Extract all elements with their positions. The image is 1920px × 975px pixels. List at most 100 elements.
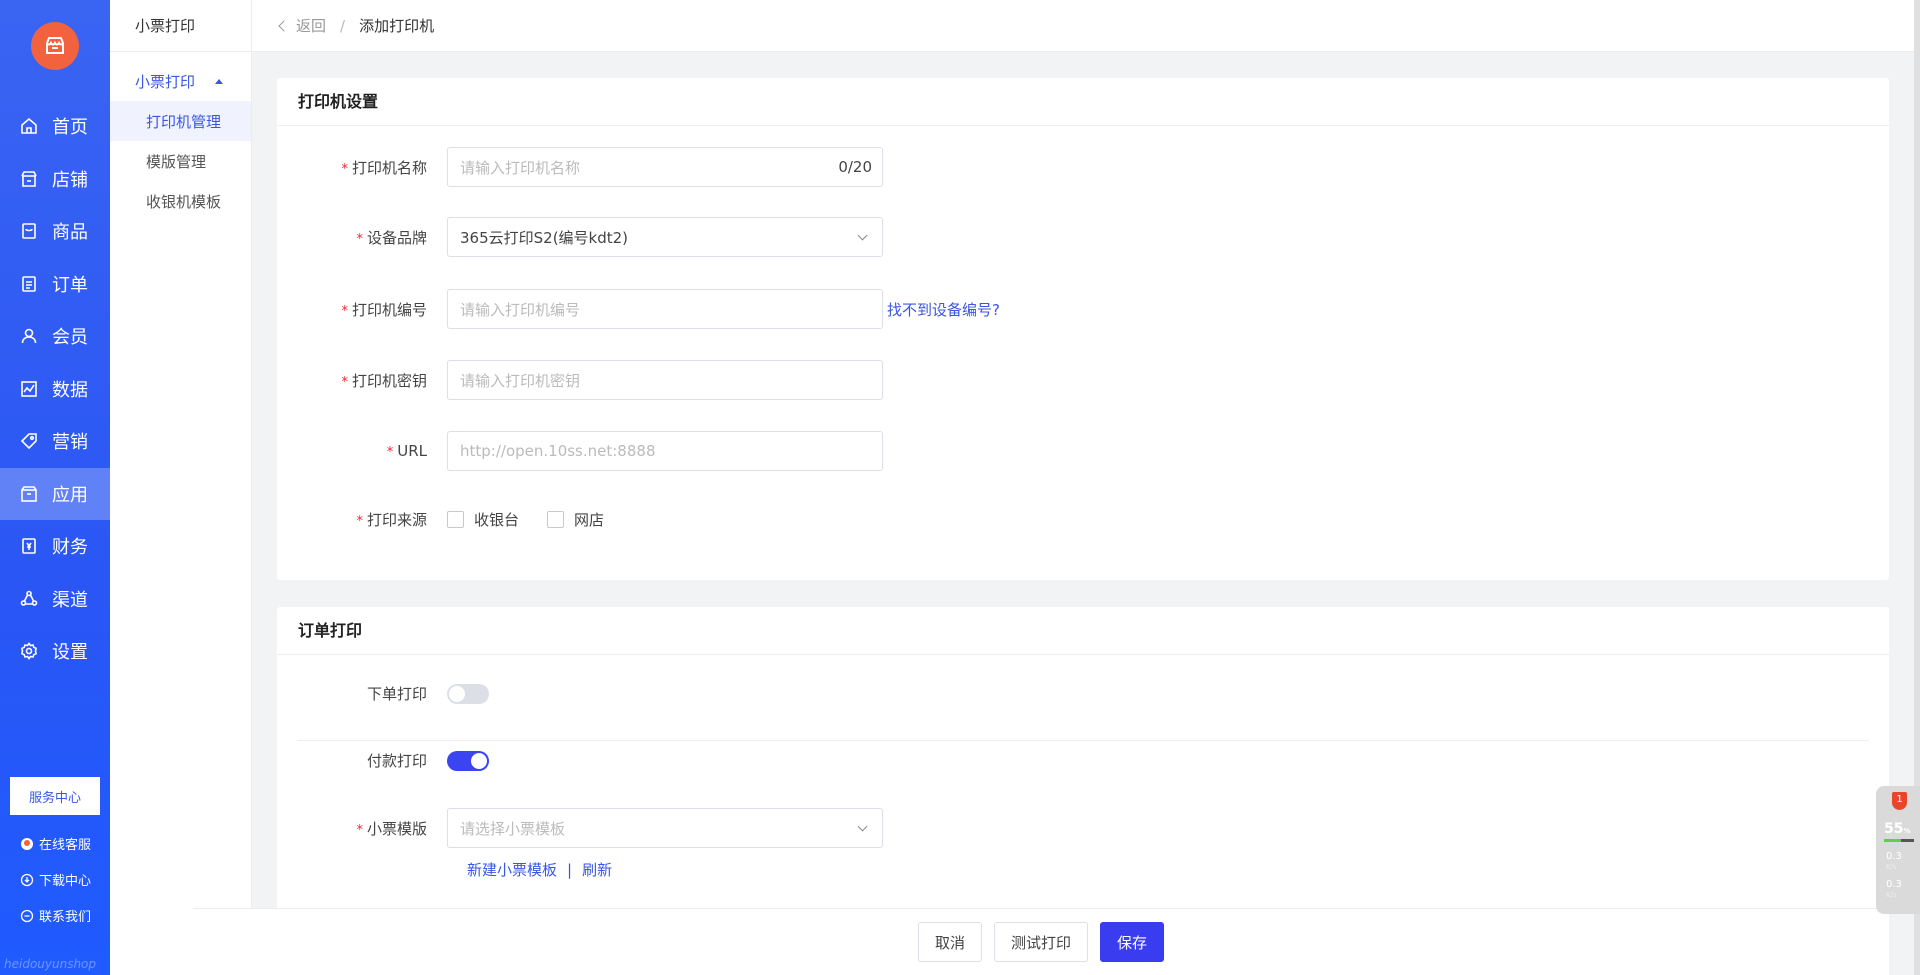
online-support-label: 在线客服 <box>39 838 92 853</box>
nav-item-home[interactable]: 首页 <box>0 100 110 153</box>
receipt-template-placeholder: 请选择小票模板 <box>460 819 566 838</box>
memory-percent: 55% <box>1884 821 1911 837</box>
nav-label: 商品 <box>52 222 88 244</box>
gear-icon <box>20 642 38 661</box>
find-device-number-link[interactable]: 找不到设备编号? <box>887 299 1000 320</box>
device-brand-value: 365云打印S2(编号kdt2) <box>460 228 629 247</box>
subnav-item-printer-management[interactable]: 打印机管理 <box>110 101 251 141</box>
contact-us-link[interactable]: 联系我们 <box>20 906 91 925</box>
char-counter: 0/20 <box>838 158 872 176</box>
printer-number-placeholder: 请输入打印机编号 <box>460 300 581 319</box>
nav-item-order[interactable]: 订单 <box>0 258 110 311</box>
nav-label: 订单 <box>52 274 88 296</box>
checkbox-box[interactable] <box>547 510 565 528</box>
template-links-row: 新建小票模板 | 刷新 <box>277 859 1889 880</box>
nav-item-data[interactable]: 数据 <box>0 363 110 416</box>
toggle-knob <box>471 752 487 769</box>
service-center-button[interactable]: 服务中心 <box>10 777 100 815</box>
nav-item-app[interactable]: 应用 <box>0 467 110 520</box>
nav-label: 店铺 <box>52 169 88 191</box>
main-sidebar: 首页 店铺 商品 订单 会员 数据 营销 应用 财务 渠道 设置 服务中心 在线… <box>0 0 110 975</box>
refresh-link[interactable]: 刷新 <box>582 859 612 880</box>
checkbox-label: 网店 <box>574 510 605 529</box>
support-avatar-icon <box>21 837 33 850</box>
receipt-template-row: * 小票模版 请选择小票模板 <box>277 808 1889 848</box>
nav-item-channel[interactable]: 渠道 <box>0 573 110 626</box>
link-separator: | <box>567 860 573 879</box>
printer-number-input[interactable]: 请输入打印机编号 <box>447 289 883 329</box>
nav-label: 会员 <box>52 327 88 349</box>
required-mark: * <box>356 231 363 247</box>
source-checkbox-online-store[interactable]: 网店 <box>547 509 604 530</box>
required-mark: * <box>386 445 394 460</box>
new-template-link[interactable]: 新建小票模板 <box>467 859 557 880</box>
order-icon <box>22 275 36 292</box>
print-source-row: * 打印来源 收银台 网店 <box>277 499 1889 539</box>
subnav-item-template-management[interactable]: 模版管理 <box>110 141 251 181</box>
receipt-template-select[interactable]: 请选择小票模板 <box>447 808 883 848</box>
test-print-button[interactable]: 测试打印 <box>993 922 1088 962</box>
url-input[interactable]: http://open.10ss.net:8888 <box>447 431 883 471</box>
printer-name-input[interactable]: 请输入打印机名称 0/20 <box>447 147 883 187</box>
tag-icon <box>20 433 37 450</box>
channel-icon <box>20 590 38 606</box>
download-center-link[interactable]: 下载中心 <box>20 870 91 889</box>
url-row: * URL http://open.10ss.net:8888 <box>277 431 1889 471</box>
section-divider <box>297 740 1869 741</box>
url-label: * URL <box>386 442 427 460</box>
device-brand-select[interactable]: 365云打印S2(编号kdt2) <box>447 217 883 257</box>
order-print-card: 订单打印 下单打印 付款打印 * 小票模版 请选择小票模板 新建小票模板 | 刷新 <box>277 607 1889 927</box>
printer-name-row: * 打印机名称 请输入打印机名称 0/20 <box>277 147 1889 187</box>
nav-label: 首页 <box>52 117 88 139</box>
required-mark: * <box>356 513 363 529</box>
app-icon <box>21 485 37 502</box>
required-mark: * <box>341 303 348 319</box>
back-label: 返回 <box>296 17 327 35</box>
nav-item-goods[interactable]: 商品 <box>0 205 110 258</box>
system-monitor-widget[interactable]: 1 55% 0.3 K/s 0.3 K/s <box>1876 786 1920 914</box>
watermark: heidouyunshop <box>4 957 97 971</box>
breadcrumb-current: 添加打印机 <box>359 17 435 35</box>
chat-bubble-icon <box>20 909 34 922</box>
subnav-item-cashier-template[interactable]: 收银机模板 <box>110 181 251 221</box>
checkbox-box[interactable] <box>447 510 464 528</box>
checkbox-label: 收银台 <box>474 510 520 529</box>
notification-badge: 1 <box>1896 794 1903 805</box>
nav-label: 数据 <box>52 379 88 401</box>
device-brand-label: * 设备品牌 <box>356 228 427 247</box>
nav-item-store[interactable]: 店铺 <box>0 153 110 206</box>
printer-number-row: * 打印机编号 请输入打印机编号 找不到设备编号? <box>277 289 1889 329</box>
nav-item-member[interactable]: 会员 <box>0 310 110 363</box>
save-button[interactable]: 保存 <box>1100 922 1165 962</box>
payment-print-toggle[interactable] <box>447 750 489 771</box>
place-order-print-toggle[interactable] <box>447 683 489 704</box>
toggle-knob <box>449 685 465 702</box>
upload-speed: 0.3 K/s <box>1886 851 1902 872</box>
online-support-link[interactable]: 在线客服 <box>20 834 91 853</box>
subnav-group-receipt-print[interactable]: 小票打印 <box>110 61 251 101</box>
download-speed: 0.3 K/s <box>1886 879 1902 900</box>
store-logo-icon[interactable] <box>31 22 79 70</box>
printer-number-label: * 打印机编号 <box>341 300 427 319</box>
chevron-down-icon <box>857 821 868 832</box>
source-checkbox-cashier[interactable]: 收银台 <box>447 509 519 530</box>
contact-us-label: 联系我们 <box>39 910 92 925</box>
sub-nav: 小票打印 小票打印 打印机管理 模版管理 收银机模板 <box>110 0 252 975</box>
finance-icon <box>22 538 36 555</box>
breadcrumb: 返回 / 添加打印机 <box>252 0 1914 52</box>
required-mark: * <box>356 822 363 838</box>
cancel-button[interactable]: 取消 <box>917 922 982 962</box>
nav-item-marketing[interactable]: 营销 <box>0 415 110 468</box>
device-brand-row: * 设备品牌 365云打印S2(编号kdt2) <box>277 217 1889 257</box>
url-placeholder: http://open.10ss.net:8888 <box>460 442 656 460</box>
nav-item-finance[interactable]: 财务 <box>0 520 110 573</box>
printer-key-row: * 打印机密钥 请输入打印机密钥 <box>277 360 1889 400</box>
caret-up-icon <box>215 78 224 84</box>
payment-print-row: 付款打印 <box>277 750 1889 771</box>
back-button[interactable]: 返回 <box>278 15 327 36</box>
nav-label: 渠道 <box>52 589 88 611</box>
printer-key-placeholder: 请输入打印机密钥 <box>460 371 581 390</box>
nav-item-settings[interactable]: 设置 <box>0 625 110 678</box>
printer-name-placeholder: 请输入打印机名称 <box>460 158 581 177</box>
printer-key-input[interactable]: 请输入打印机密钥 <box>447 360 883 400</box>
